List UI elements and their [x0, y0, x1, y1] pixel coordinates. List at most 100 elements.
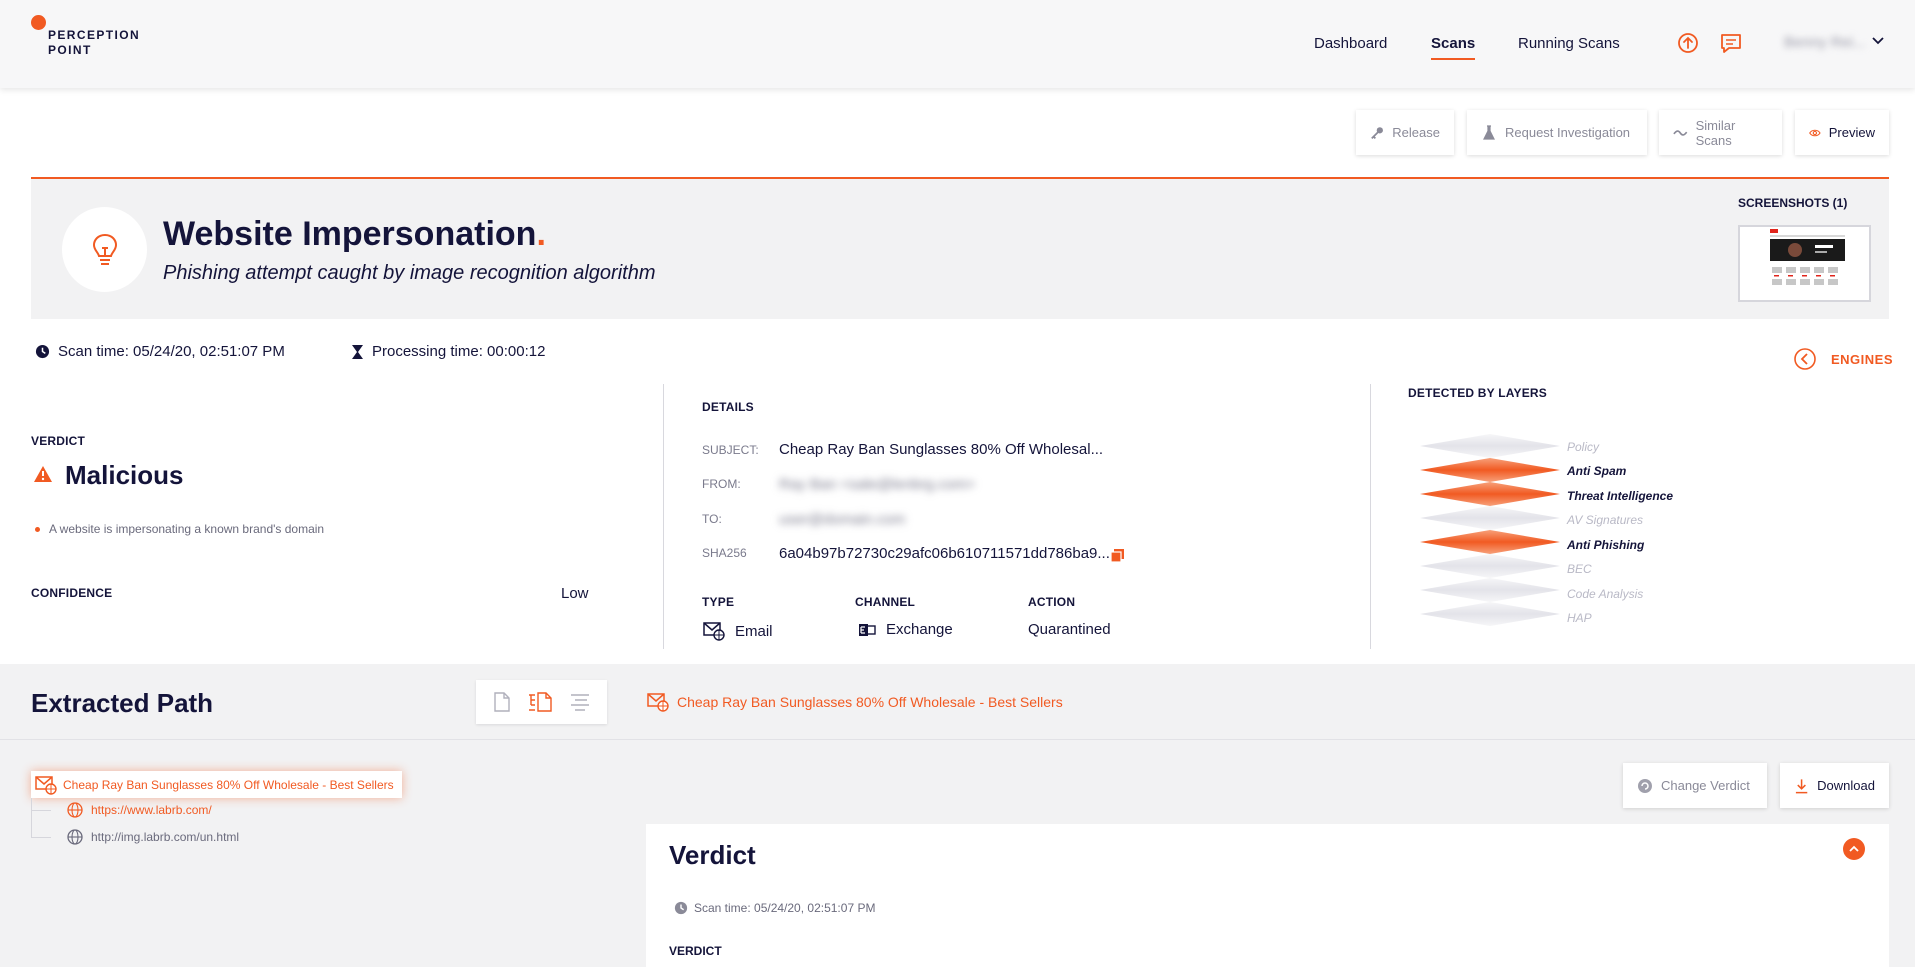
sha256-key: SHA256	[702, 546, 747, 560]
copy-icon[interactable]	[1110, 548, 1125, 563]
flask-icon	[1483, 124, 1495, 140]
path-breadcrumb[interactable]: Cheap Ray Ban Sunglasses 80% Off Wholesa…	[647, 692, 1063, 712]
exchange-icon	[859, 623, 876, 636]
email-globe-icon	[647, 693, 669, 712]
list-view-icon[interactable]	[569, 692, 591, 712]
action-value-text: Quarantined	[1028, 621, 1111, 638]
processing-time-text: Processing time: 00:00:12	[372, 343, 546, 360]
globe-icon	[67, 802, 83, 818]
eye-icon	[1809, 129, 1821, 136]
layers-heading: DETECTED BY LAYERS	[1408, 386, 1547, 400]
verdict-card-scan-time-text: Scan time: 05/24/20, 02:51:07 PM	[694, 901, 876, 915]
release-label: Release	[1392, 125, 1440, 140]
threat-summary: Website Impersonation. Phishing attempt …	[31, 177, 1889, 319]
divider	[663, 384, 664, 649]
layer-anti-spam	[1420, 458, 1560, 482]
lightbulb-icon	[92, 233, 117, 265]
request-investigation-button[interactable]: Request Investigation	[1467, 110, 1647, 155]
tree-connector	[31, 811, 51, 838]
from-key: FROM:	[702, 477, 741, 491]
to-key: TO:	[702, 512, 722, 526]
top-bar: PERCEPTION POINT Dashboard Scans Running…	[0, 0, 1915, 88]
tree-item-url[interactable]: https://www.labrb.com/	[67, 802, 212, 818]
download-button[interactable]: Download	[1780, 763, 1889, 808]
verdict-reason: A website is impersonating a known brand…	[49, 522, 325, 536]
verdict-card-scan-time: Scan time: 05/24/20, 02:51:07 PM	[674, 901, 875, 915]
release-button[interactable]: Release	[1356, 110, 1454, 155]
tree-view-icon[interactable]	[528, 692, 552, 712]
globe-icon	[67, 829, 83, 845]
download-icon	[1795, 778, 1808, 793]
threat-title-dot: .	[536, 215, 546, 253]
action-value: Quarantined	[1028, 621, 1111, 638]
download-label: Download	[1817, 778, 1875, 793]
layer-stack-graphic	[1420, 434, 1560, 626]
divider	[1370, 384, 1371, 649]
action-label: ACTION	[1028, 595, 1076, 609]
tree-connector	[31, 798, 51, 811]
clock-icon	[674, 901, 688, 915]
preview-label: Preview	[1828, 125, 1875, 140]
layer-label: Threat Intelligence	[1567, 489, 1674, 503]
collapse-button[interactable]	[1843, 838, 1865, 860]
preview-button[interactable]: Preview	[1795, 110, 1889, 155]
confidence-label: CONFIDENCE	[31, 586, 113, 600]
clock-icon	[35, 344, 50, 359]
layer-label: Anti Spam	[1567, 464, 1627, 478]
verdict-value: Malicious	[65, 460, 184, 490]
confidence-value: Low	[561, 585, 589, 602]
screenshot-image	[1740, 227, 1869, 300]
refresh-icon	[1638, 778, 1652, 793]
type-label: TYPE	[702, 595, 735, 609]
tree-root-email[interactable]: Cheap Ray Ban Sunglasses 80% Off Wholesa…	[31, 771, 402, 798]
from-value: Ray Ban <sale@lenbrg.com>	[779, 476, 976, 493]
nav-scans[interactable]: Scans	[1431, 35, 1476, 60]
details-heading: DETAILS	[702, 400, 754, 414]
document-view-icon[interactable]	[493, 692, 511, 712]
message-icon[interactable]	[1718, 30, 1744, 56]
upload-icon[interactable]	[1675, 30, 1701, 56]
threat-title: Website Impersonation.	[163, 215, 546, 254]
threat-icon-circle	[62, 207, 147, 292]
channel-value: Exchange	[858, 621, 953, 638]
verdict-card-title: Verdict	[669, 840, 756, 870]
channel-label: CHANNEL	[855, 595, 916, 609]
engines-toggle[interactable]: ENGINES	[1793, 347, 1893, 371]
screenshot-thumbnail[interactable]	[1738, 225, 1871, 302]
layer-bec	[1420, 554, 1560, 578]
tree-item-url[interactable]: http://img.labrb.com/un.html	[67, 829, 239, 845]
perception-point-logo[interactable]: PERCEPTION POINT	[31, 15, 161, 60]
layer-hap	[1420, 602, 1560, 626]
request-investigation-label: Request Investigation	[1505, 125, 1631, 140]
nav-dashboard[interactable]: Dashboard	[1314, 35, 1387, 52]
verdict-card: Verdict Scan time: 05/24/20, 02:51:07 PM…	[646, 824, 1889, 967]
similar-scans-label: Similar Scans	[1695, 117, 1736, 148]
chevron-down-icon[interactable]	[1870, 33, 1886, 49]
scan-time-text: Scan time: 05/24/20, 02:51:07 PM	[58, 343, 285, 360]
tilde-icon	[1673, 129, 1688, 136]
user-name[interactable]: Benny Rei...	[1784, 34, 1866, 51]
nav-running-scans[interactable]: Running Scans	[1518, 35, 1620, 52]
tree-item-label: http://img.labrb.com/un.html	[91, 830, 240, 844]
similar-scans-button[interactable]: Similar Scans	[1659, 110, 1782, 155]
breadcrumb-text: Cheap Ray Ban Sunglasses 80% Off Wholesa…	[677, 694, 1063, 710]
logo-line-2: POINT	[48, 43, 92, 57]
hourglass-icon	[352, 344, 363, 359]
layer-label: BEC	[1567, 562, 1592, 576]
layer-label: Code Analysis	[1567, 587, 1644, 601]
email-globe-icon	[35, 775, 57, 795]
reason-bullet	[35, 527, 40, 532]
warning-icon	[34, 466, 52, 482]
engines-label: ENGINES	[1831, 351, 1894, 367]
logo-line-1: PERCEPTION	[48, 28, 141, 42]
layer-anti-phishing	[1420, 530, 1560, 554]
change-verdict-button[interactable]: Change Verdict	[1623, 763, 1767, 808]
chevron-up-icon	[1849, 845, 1859, 852]
processing-time: Processing time: 00:00:12	[351, 343, 545, 360]
threat-subtitle: Phishing attempt caught by image recogni…	[163, 262, 656, 284]
layer-label: HAP	[1567, 611, 1592, 625]
sha256-value: 6a04b97b72730c29afc06b610711571dd786ba9.…	[779, 545, 1110, 562]
layer-label: Anti Phishing	[1567, 538, 1645, 552]
section-divider	[0, 739, 1915, 740]
layer-label: Policy	[1567, 440, 1600, 454]
